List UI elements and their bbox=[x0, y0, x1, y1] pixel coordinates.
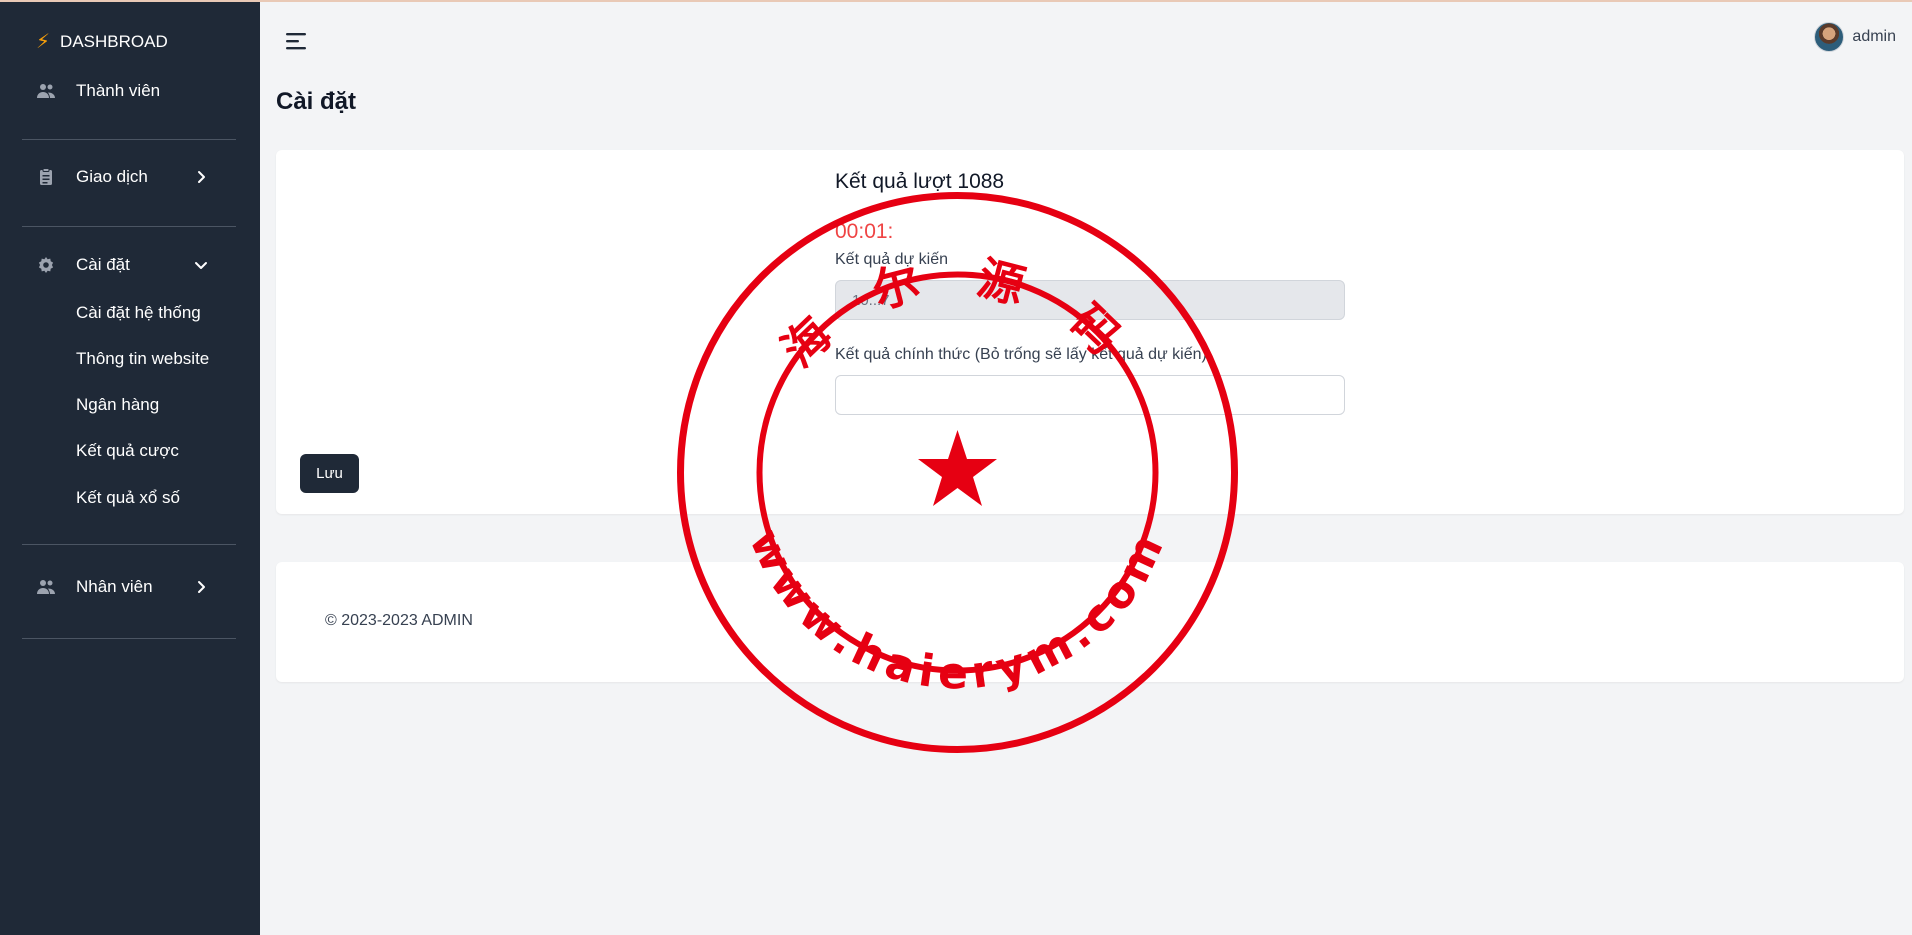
chevron-right-icon bbox=[198, 171, 205, 183]
sidebar-divider bbox=[22, 544, 236, 545]
top-border bbox=[0, 0, 1912, 2]
sidebar-item-settings[interactable]: Cài đặt bbox=[36, 250, 226, 280]
sidebar-item-members[interactable]: Thành viên bbox=[36, 76, 226, 106]
page-title: Cài đặt bbox=[276, 88, 357, 115]
expected-result-input bbox=[835, 280, 1345, 320]
sidebar-subitem-lottery-results[interactable]: Kết quả xổ số bbox=[76, 488, 180, 508]
sidebar-subitem-system-settings[interactable]: Cài đặt hệ thống bbox=[76, 303, 201, 323]
sidebar-divider bbox=[22, 226, 236, 227]
avatar bbox=[1814, 22, 1845, 52]
menu-toggle-icon[interactable] bbox=[284, 30, 310, 52]
expected-result-label: Kết quả dự kiến bbox=[835, 251, 949, 268]
sidebar-subitem-website-info[interactable]: Thông tin website bbox=[76, 349, 209, 369]
clipboard-icon bbox=[36, 167, 56, 187]
sidebar-item-label: Nhân viên bbox=[76, 577, 153, 596]
bolt-icon: ⚡ bbox=[36, 31, 51, 53]
sidebar-item-label: Giao dịch bbox=[76, 167, 148, 186]
footer-copyright: © 2023-2023 ADMIN bbox=[325, 612, 473, 629]
users-icon bbox=[36, 577, 56, 597]
sidebar-item-label: Thành viên bbox=[76, 81, 161, 100]
user-name: admin bbox=[1852, 28, 1896, 45]
user-menu[interactable]: admin bbox=[1814, 22, 1896, 52]
users-icon bbox=[36, 81, 56, 101]
sidebar-item-transactions[interactable]: Giao dịch bbox=[36, 162, 226, 192]
settings-card bbox=[276, 150, 1904, 514]
chevron-right-icon bbox=[198, 581, 205, 593]
sidebar-divider bbox=[22, 638, 236, 639]
round-title: Kết quả lượt 1088 bbox=[835, 170, 1005, 193]
official-result-label: Kết quả chính thức (Bỏ trống sẽ lấy kết … bbox=[835, 346, 1207, 363]
sidebar-divider bbox=[22, 139, 236, 140]
footer-card bbox=[276, 562, 1904, 682]
sidebar: ⚡ DASHBROAD Thành viên Giao dịch Cài đặt… bbox=[0, 2, 260, 935]
sidebar-item-staff[interactable]: Nhân viên bbox=[36, 572, 226, 602]
gear-icon bbox=[36, 255, 56, 275]
sidebar-subitem-bank[interactable]: Ngân hàng bbox=[76, 395, 159, 415]
brand[interactable]: ⚡ DASHBROAD bbox=[36, 32, 168, 52]
official-result-input[interactable] bbox=[835, 375, 1345, 415]
sidebar-subitem-bet-results[interactable]: Kết quả cược bbox=[76, 441, 179, 461]
brand-label: DASHBROAD bbox=[60, 32, 168, 51]
sidebar-item-label: Cài đặt bbox=[76, 255, 130, 274]
countdown-timer: 00:01: bbox=[835, 220, 894, 243]
chevron-down-icon bbox=[195, 262, 207, 269]
save-button[interactable]: Lưu bbox=[300, 454, 359, 493]
